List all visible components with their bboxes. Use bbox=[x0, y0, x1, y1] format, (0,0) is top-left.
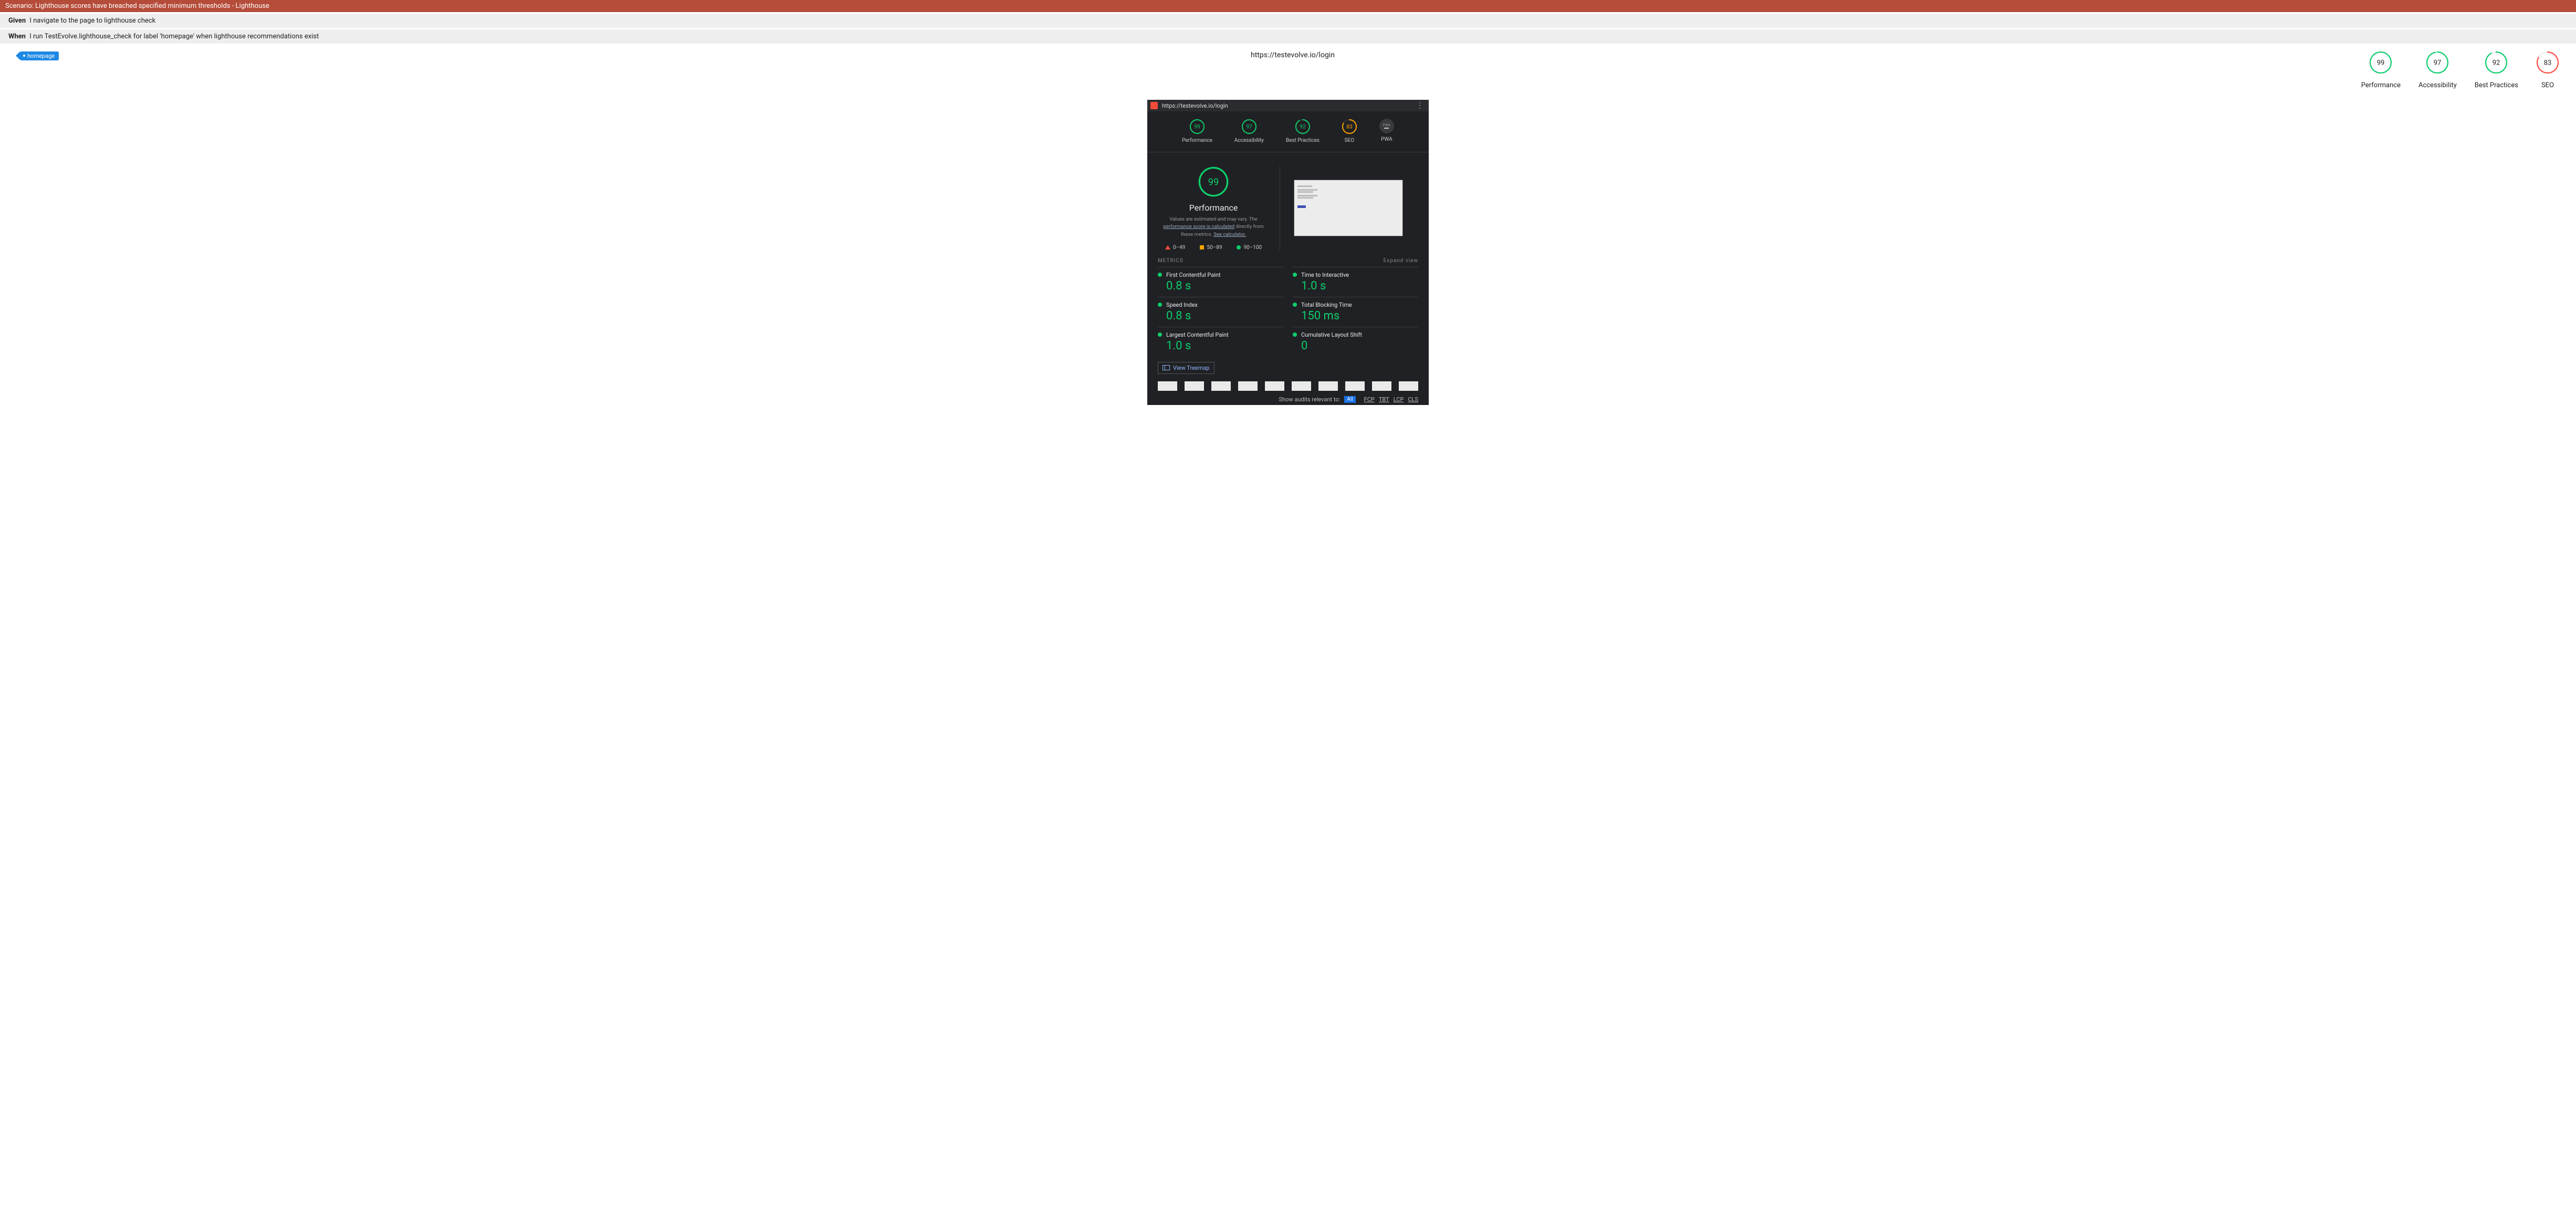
gauge-label: SEO bbox=[2541, 81, 2554, 89]
svg-text:99: 99 bbox=[1208, 177, 1219, 188]
hero-gauge: 99 bbox=[1198, 166, 1229, 198]
metric-value: 0.8 s bbox=[1166, 279, 1283, 293]
report-gauge-label: Best Practices bbox=[1286, 138, 1320, 143]
kebab-menu-icon[interactable]: ⋮ bbox=[1414, 101, 1426, 110]
gauge-label: Best Practices bbox=[2475, 81, 2518, 89]
summary-gauge: 97 Accessibility bbox=[2418, 51, 2457, 89]
metric-status-icon bbox=[1293, 303, 1297, 307]
report-gauge-label: Performance bbox=[1182, 138, 1212, 143]
legend-red-icon bbox=[1165, 245, 1170, 250]
treemap-icon bbox=[1163, 365, 1170, 370]
label-tag[interactable]: homepage bbox=[20, 51, 59, 60]
svg-text:92: 92 bbox=[2493, 59, 2500, 67]
svg-text:92: 92 bbox=[1300, 124, 1306, 130]
scenario-title: Scenario: Lighthouse scores have breache… bbox=[5, 2, 269, 10]
audit-filter-link[interactable]: CLS bbox=[1408, 396, 1418, 403]
report-gauge[interactable]: 97 Accessibility bbox=[1234, 119, 1264, 143]
summary-gauge: 83 SEO bbox=[2536, 51, 2559, 89]
metric-item: First Contentful Paint0.8 s bbox=[1158, 267, 1283, 297]
metric-name: Largest Contentful Paint bbox=[1166, 331, 1229, 338]
screenshot-thumbnail bbox=[1294, 180, 1403, 236]
legend-green-icon bbox=[1237, 245, 1241, 250]
scenario-title-bar: Scenario: Lighthouse scores have breache… bbox=[0, 0, 2576, 12]
metric-status-icon bbox=[1293, 273, 1297, 277]
metric-value: 1.0 s bbox=[1301, 279, 1418, 293]
metric-name: Time to Interactive bbox=[1301, 272, 1349, 278]
gauge-label: Accessibility bbox=[2418, 81, 2457, 89]
metric-name: First Contentful Paint bbox=[1166, 272, 1221, 278]
pwa-icon: PWA bbox=[1379, 119, 1394, 133]
audit-filter-link[interactable]: TBT bbox=[1379, 396, 1389, 403]
report-url: https://testevolve.io/login bbox=[1162, 102, 1228, 109]
pwa-label: PWA bbox=[1381, 137, 1392, 142]
report-gauge[interactable]: 92 Best Practices bbox=[1286, 119, 1320, 143]
metric-value: 0 bbox=[1301, 339, 1418, 352]
svg-text:83: 83 bbox=[2544, 59, 2552, 67]
score-legend: 0–49 50–89 90–100 bbox=[1165, 245, 1262, 251]
metric-name: Total Blocking Time bbox=[1301, 302, 1352, 308]
svg-text:97: 97 bbox=[1246, 124, 1252, 130]
metric-item: Largest Contentful Paint1.0 s bbox=[1158, 327, 1283, 357]
svg-text:97: 97 bbox=[2434, 59, 2442, 67]
metric-status-icon bbox=[1158, 273, 1162, 277]
tested-url: https://testevolve.io/login bbox=[1251, 51, 1335, 59]
filmstrip bbox=[1147, 374, 1429, 391]
report-gauge[interactable]: 99 Performance bbox=[1182, 119, 1212, 143]
report-gauge-label: SEO bbox=[1345, 138, 1355, 143]
tag-dot-icon bbox=[23, 55, 25, 57]
metric-item: Speed Index0.8 s bbox=[1158, 297, 1283, 327]
metric-item: Cumulative Layout Shift0 bbox=[1293, 327, 1418, 357]
metric-value: 0.8 s bbox=[1166, 309, 1283, 323]
summary-gauge: 92 Best Practices bbox=[2475, 51, 2518, 89]
metric-status-icon bbox=[1158, 333, 1162, 337]
lighthouse-icon bbox=[1150, 102, 1158, 109]
metric-status-icon bbox=[1158, 303, 1162, 307]
audits-filter-label: Show audits relevant to: bbox=[1279, 396, 1341, 403]
hero-disclaimer: Values are estimated and may vary. The p… bbox=[1158, 216, 1269, 238]
audit-filter-link[interactable]: FCP bbox=[1364, 396, 1375, 403]
step-row: Given I navigate to the page to lighthou… bbox=[0, 14, 2576, 28]
summary-gauge: 99 Performance bbox=[2361, 51, 2401, 89]
audits-filter-bar: Show audits relevant to: All FCP TBT LCP CL… bbox=[1147, 391, 1429, 405]
metric-status-icon bbox=[1293, 333, 1297, 337]
hero-title: Performance bbox=[1189, 203, 1238, 213]
lighthouse-report: https://testevolve.io/login ⋮ 99 Perform… bbox=[1147, 100, 1429, 405]
report-gauge-label: Accessibility bbox=[1234, 138, 1264, 143]
metric-name: Cumulative Layout Shift bbox=[1301, 331, 1362, 338]
step-text: I run TestEvolve.lighthouse_check for la… bbox=[29, 33, 319, 40]
metric-item: Time to Interactive1.0 s bbox=[1293, 267, 1418, 297]
metric-value: 1.0 s bbox=[1166, 339, 1283, 352]
summary-row: homepage https://testevolve.io/login 99 … bbox=[0, 44, 2576, 89]
metric-value: 150 ms bbox=[1301, 309, 1418, 323]
gauge-label: Performance bbox=[2361, 81, 2401, 89]
svg-text:83: 83 bbox=[1346, 124, 1352, 130]
perf-score-calc-link[interactable]: performance score is calculated bbox=[1163, 224, 1234, 230]
see-calculator-link[interactable]: See calculator. bbox=[1213, 232, 1246, 237]
step-keyword: Given bbox=[8, 17, 26, 25]
svg-text:99: 99 bbox=[1194, 124, 1200, 130]
tag-text: homepage bbox=[27, 53, 55, 59]
step-row: When I run TestEvolve.lighthouse_check f… bbox=[0, 29, 2576, 44]
filter-all-button[interactable]: All bbox=[1344, 396, 1355, 403]
legend-orange-icon bbox=[1200, 245, 1204, 250]
metric-item: Total Blocking Time150 ms bbox=[1293, 297, 1418, 327]
view-treemap-button[interactable]: View Treemap bbox=[1158, 362, 1214, 374]
step-keyword: When bbox=[8, 33, 26, 40]
step-text: I navigate to the page to lighthouse che… bbox=[29, 17, 155, 25]
report-header: https://testevolve.io/login ⋮ bbox=[1147, 100, 1429, 111]
expand-view-button[interactable]: Expand view bbox=[1384, 258, 1418, 264]
pwa-gauge[interactable]: PWA PWA bbox=[1379, 119, 1394, 143]
metrics-header: METRICS bbox=[1158, 258, 1184, 264]
svg-text:99: 99 bbox=[2377, 59, 2385, 67]
audit-filter-link[interactable]: LCP bbox=[1394, 396, 1404, 403]
report-gauge[interactable]: 83 SEO bbox=[1342, 119, 1357, 143]
metric-name: Speed Index bbox=[1166, 302, 1198, 308]
